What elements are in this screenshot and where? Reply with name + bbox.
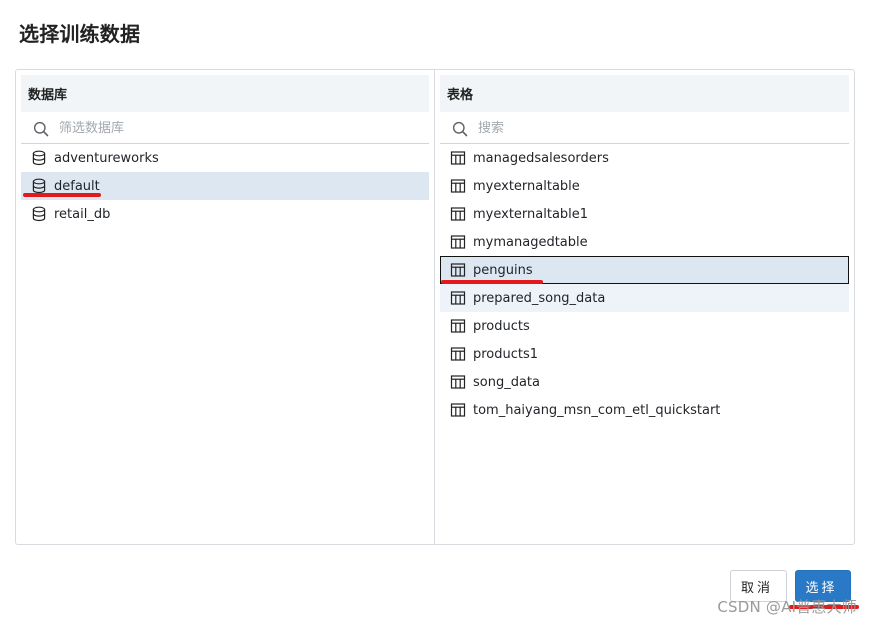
search-icon <box>452 121 468 137</box>
table-icon <box>450 346 466 362</box>
table-search[interactable] <box>440 114 849 144</box>
table-item-prepared-song-data[interactable]: prepared_song_data <box>440 284 849 312</box>
table-item-managedsalesorders[interactable]: managedsalesorders <box>440 144 849 172</box>
table-icon <box>450 178 466 194</box>
select-training-data-dialog: 选择训练数据 数据库 筛选数据库 adventureworks default … <box>0 0 873 627</box>
table-item-mymanagedtable[interactable]: mymanagedtable <box>440 228 849 256</box>
database-item-adventureworks[interactable]: adventureworks <box>21 144 429 172</box>
database-icon <box>31 206 47 222</box>
table-search-input[interactable] <box>476 120 800 137</box>
search-icon <box>33 121 49 137</box>
table-panel: 表格 搜索 managedsalesorders myexternaltable… <box>435 70 854 544</box>
database-panel-header: 数据库 <box>21 75 429 112</box>
database-panel: 数据库 筛选数据库 adventureworks default retail_… <box>16 70 435 544</box>
database-label: adventureworks <box>54 150 159 166</box>
table-item-tom-haiyang-msn-com-etl-quickstart[interactable]: tom_haiyang_msn_com_etl_quickstart <box>440 396 849 424</box>
table-label: song_data <box>473 374 540 390</box>
database-search-input[interactable] <box>57 120 381 137</box>
table-icon <box>450 374 466 390</box>
table-icon <box>450 402 466 418</box>
dialog-title: 选择训练数据 <box>19 22 141 46</box>
table-label: myexternaltable <box>473 178 580 194</box>
database-label: retail_db <box>54 206 111 222</box>
table-label: managedsalesorders <box>473 150 609 166</box>
table-item-penguins[interactable]: penguins <box>440 256 849 284</box>
table-icon <box>450 234 466 250</box>
table-list: managedsalesorders myexternaltable myext… <box>440 144 849 424</box>
table-item-song-data[interactable]: song_data <box>440 368 849 396</box>
table-label: prepared_song_data <box>473 290 606 306</box>
table-label: mymanagedtable <box>473 234 588 250</box>
table-item-myexternaltable[interactable]: myexternaltable <box>440 172 849 200</box>
table-icon <box>450 206 466 222</box>
table-item-products1[interactable]: products1 <box>440 340 849 368</box>
database-icon <box>31 150 47 166</box>
table-label: tom_haiyang_msn_com_etl_quickstart <box>473 402 721 418</box>
table-icon <box>450 290 466 306</box>
table-icon <box>450 262 466 278</box>
table-label: myexternaltable1 <box>473 206 589 222</box>
table-label: penguins <box>473 262 533 278</box>
table-item-products[interactable]: products <box>440 312 849 340</box>
data-selector-panels: 数据库 筛选数据库 adventureworks default retail_… <box>15 69 855 545</box>
database-search[interactable] <box>21 114 429 144</box>
table-icon <box>450 150 466 166</box>
table-panel-header: 表格 <box>440 75 849 112</box>
database-item-default[interactable]: default <box>21 172 429 200</box>
database-item-retail-db[interactable]: retail_db <box>21 200 429 228</box>
table-item-myexternaltable1[interactable]: myexternaltable1 <box>440 200 849 228</box>
database-list: adventureworks default retail_db <box>21 144 429 228</box>
table-label: products <box>473 318 530 334</box>
database-icon <box>31 178 47 194</box>
csdn-watermark: CSDN @AI普惠大师 <box>717 598 857 616</box>
table-icon <box>450 318 466 334</box>
database-label: default <box>54 178 100 194</box>
table-label: products1 <box>473 346 539 362</box>
